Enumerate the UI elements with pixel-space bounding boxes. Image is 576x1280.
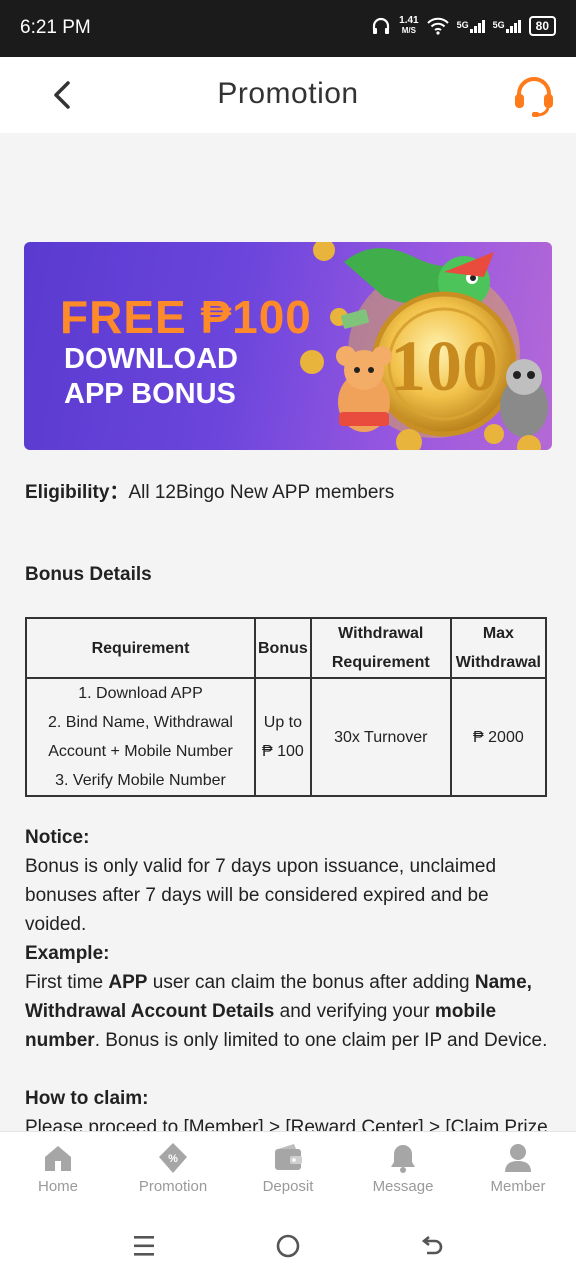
battery-indicator: 80 (528, 16, 556, 36)
user-icon (505, 1144, 531, 1172)
terms-text: Notice: Bonus is only valid for 7 days u… (25, 823, 555, 1131)
cell-max-withdrawal: ₱ 2000 (449, 677, 548, 797)
example-text: First time (25, 972, 109, 993)
col-withdrawal-requirement: Withdrawal Requirement (309, 617, 452, 679)
status-time: 6:21 PM (20, 17, 91, 38)
table-row: 1. Download APP 2. Bind Name, Withdrawal… (25, 677, 548, 797)
banner-subheadline: DOWNLOAD APP BONUS (64, 342, 238, 412)
speed-value: 1.41 (399, 15, 419, 26)
circle-home-icon[interactable] (275, 1233, 301, 1259)
col-max-withdrawal-line2: Withdrawal (455, 654, 541, 671)
requirement-line: 1. Download APP (78, 685, 203, 702)
nav-deposit-label: Deposit (262, 1178, 314, 1195)
home-icon (45, 1146, 71, 1171)
nav-member[interactable]: Member (463, 1142, 573, 1195)
banner-headline: FREE ₱100 (60, 291, 312, 343)
cell-requirement: 1. Download APP 2. Bind Name, Withdrawal… (25, 677, 256, 797)
bell-icon (391, 1145, 415, 1173)
net-label-1: 5G (456, 19, 469, 30)
notice-body: Bonus is only valid for 7 days upon issu… (25, 856, 497, 935)
example-bold: APP (108, 972, 148, 993)
col-max-withdrawal: Max Withdrawal (449, 617, 548, 679)
eligibility-label: Eligibility： (25, 482, 129, 503)
status-icons: 1.41 M/S 5G 5G 80 (371, 16, 556, 36)
nav-home-label: Home (37, 1178, 78, 1195)
net-label-2: 5G (492, 19, 505, 30)
page-title: Promotion (217, 77, 359, 110)
col-bonus: Bonus (254, 617, 312, 679)
speed-unit: M/S (401, 26, 416, 35)
col-withdrawal-requirement-line2: Requirement (331, 654, 430, 671)
app-header: Promotion (0, 57, 576, 133)
svg-text:%: % (168, 1153, 178, 1165)
wallet-icon (275, 1144, 302, 1170)
wifi-icon (426, 17, 449, 35)
headset-icon[interactable] (512, 74, 556, 118)
bottom-nav: Home % Promotion Deposit Message Member (0, 1131, 576, 1212)
nav-home[interactable]: Home (3, 1142, 113, 1195)
back-arrow-icon[interactable] (420, 1233, 446, 1259)
menu-icon[interactable] (132, 1233, 156, 1259)
bonus-details-heading: Bonus Details (25, 564, 152, 585)
example-text: . Bonus is only limited to one claim per… (94, 1030, 548, 1051)
nav-promotion[interactable]: % Promotion (118, 1142, 228, 1195)
network-speed: 1.41 M/S (399, 16, 418, 36)
nav-message-label: Message (372, 1178, 434, 1195)
promo-banner: 100 FREE ₱100 DOWNLOAD APP BONUS (24, 242, 552, 450)
requirement-line: Account + Mobile Number (48, 743, 233, 760)
coin-number: 100 (390, 326, 498, 406)
example-body: First time APP user can claim the bonus … (25, 968, 555, 1055)
table-header-row: Requirement Bonus Withdrawal Requirement… (25, 617, 548, 679)
col-max-withdrawal-line1: Max (482, 625, 514, 642)
headphones-icon (373, 17, 390, 34)
example-text: user can claim the bonus after adding (147, 972, 475, 993)
example-text: and verifying your (274, 1001, 435, 1022)
nav-message[interactable]: Message (348, 1142, 458, 1195)
requirement-line: 3. Verify Mobile Number (55, 772, 226, 789)
promotion-icon: % (159, 1143, 187, 1173)
requirement-line: 2. Bind Name, Withdrawal (48, 714, 233, 731)
status-bar: 6:21 PM 1.41 M/S 5G 5G 80 (0, 0, 576, 57)
bonus-details-table: Requirement Bonus Withdrawal Requirement… (25, 617, 548, 797)
cell-bonus: Up to ₱ 100 (254, 677, 312, 797)
notice-heading: Notice: (25, 827, 90, 848)
banner-line-download: DOWNLOAD (64, 343, 238, 375)
signal-1: 5G (456, 19, 485, 33)
nav-deposit[interactable]: Deposit (233, 1142, 343, 1195)
bonus-line: Up to (263, 714, 303, 731)
col-requirement: Requirement (25, 617, 256, 679)
system-nav-bar (0, 1211, 576, 1280)
how-to-claim-body: Please proceed to [Member] > [Reward Cen… (25, 1117, 548, 1131)
cell-withdrawal-requirement: 30x Turnover (309, 677, 452, 797)
nav-member-label: Member (490, 1178, 546, 1195)
how-to-claim-heading: How to claim: (25, 1088, 149, 1109)
eligibility-value: All 12Bingo New APP members (128, 482, 395, 503)
bonus-line: ₱ 100 (261, 743, 304, 760)
banner-line-app-bonus: APP BONUS (64, 378, 236, 410)
signal-2: 5G (492, 19, 521, 33)
example-heading: Example: (25, 943, 110, 964)
eligibility: Eligibility：All 12Bingo New APP members (25, 477, 394, 504)
col-withdrawal-requirement-line1: Withdrawal (338, 625, 424, 642)
nav-promotion-label: Promotion (138, 1178, 208, 1195)
promotion-content[interactable]: 100 FREE ₱100 DOWNLOAD APP BONUS Eligibi… (0, 133, 576, 1131)
